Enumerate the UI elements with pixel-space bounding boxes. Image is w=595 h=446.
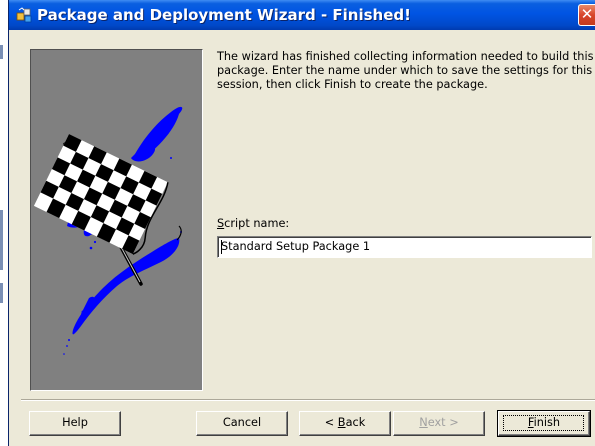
finish-button[interactable]: Finish <box>497 410 591 437</box>
text-caret <box>221 240 222 254</box>
button-separator <box>21 399 595 401</box>
cancel-button-label: Cancel <box>222 416 262 429</box>
cancel-button[interactable]: Cancel <box>196 411 288 436</box>
window-title: Package and Deployment Wizard - Finished… <box>37 6 411 24</box>
script-name-input[interactable]: Standard Setup Package 1 <box>217 236 592 258</box>
script-name-value: Standard Setup Package 1 <box>221 240 371 253</box>
back-button-accel: B <box>337 416 346 429</box>
help-button[interactable]: Help <box>29 411 121 436</box>
script-name-label: Script name: <box>217 217 289 230</box>
script-name-label-rest: cript name: <box>224 217 290 230</box>
back-button-prefix: < <box>324 416 338 429</box>
package-wizard-icon <box>16 7 34 23</box>
next-button[interactable]: Next > <box>393 411 485 436</box>
wizard-description: The wizard has finished collecting infor… <box>217 50 594 91</box>
back-button[interactable]: < Back <box>299 411 391 436</box>
finish-button-rest: inish <box>533 416 561 429</box>
close-icon[interactable]: ✕ <box>578 4 595 26</box>
next-button-rest: ext > <box>427 416 459 429</box>
back-button-rest: ack <box>345 416 366 429</box>
help-button-label: Help <box>62 416 88 429</box>
wizard-dialog: Package and Deployment Wizard - Finished… <box>8 0 595 446</box>
background-app-edge <box>0 0 8 446</box>
next-button-accel: N <box>419 416 428 429</box>
title-bar[interactable]: Package and Deployment Wizard - Finished… <box>9 0 595 30</box>
checkered-flag-image <box>30 49 203 391</box>
